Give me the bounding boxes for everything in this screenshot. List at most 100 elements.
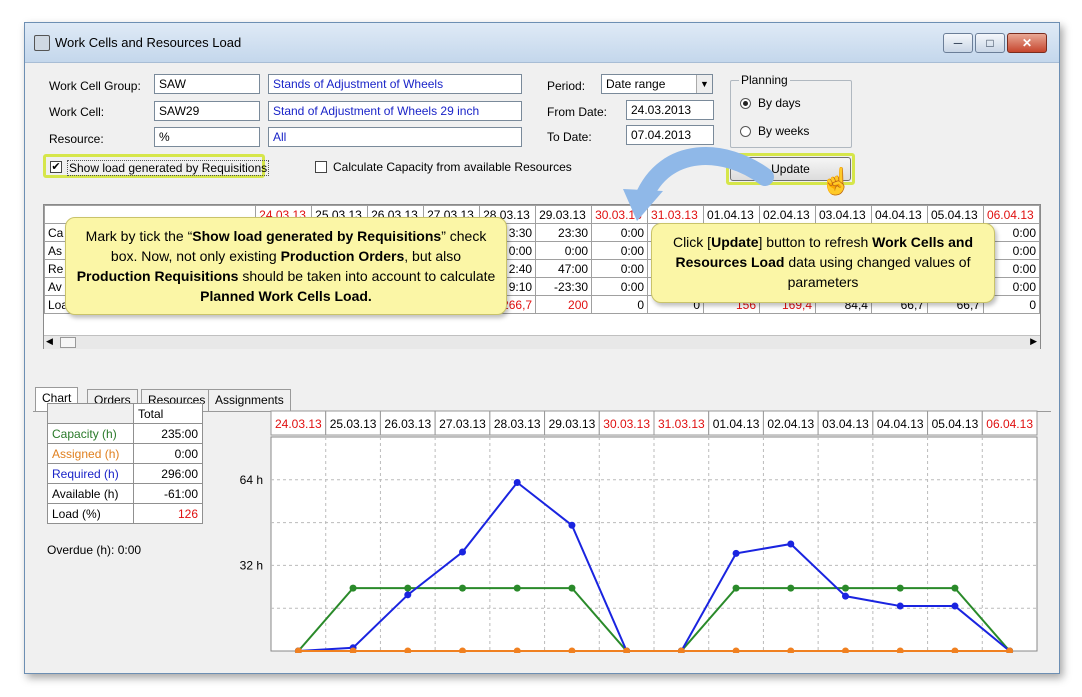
x-tick-label: 24.03.13 <box>275 417 322 431</box>
hand-cursor-icon: ☝ <box>820 166 853 196</box>
series-point <box>896 584 904 592</box>
grid-scrollbar[interactable]: ◀ ▶ <box>44 335 1040 349</box>
series-point <box>951 602 959 610</box>
callout-left-text-3: , but also <box>404 248 462 264</box>
work-cell-desc: Stand of Adjustment of Wheels 29 inch <box>268 101 522 121</box>
series-point <box>459 584 466 592</box>
grid-cell: 0:00 <box>591 241 649 260</box>
scroll-thumb[interactable] <box>60 337 76 348</box>
grid-cell: 23:30 <box>535 223 593 242</box>
grid-cell: -23:30 <box>535 277 593 296</box>
totals-corner <box>47 403 134 424</box>
callout-right-text-1: Click [ <box>672 234 712 250</box>
totals-row-value: -61:00 <box>133 483 203 504</box>
title-bar: Work Cells and Resources Load ─ □ ✕ <box>25 23 1059 63</box>
series-point <box>349 584 357 592</box>
totals-row-label: Assigned (h) <box>47 443 134 464</box>
to-date-label: To Date: <box>547 130 592 144</box>
period-select[interactable]: Date range ▼ <box>601 74 713 94</box>
work-cell-group-input[interactable]: SAW <box>154 74 260 94</box>
x-tick-label: 31.03.13 <box>658 417 705 431</box>
from-date-input[interactable]: 24.03.2013 <box>626 100 714 120</box>
by-weeks-radio[interactable] <box>740 126 751 137</box>
x-tick-label: 25.03.13 <box>330 417 377 431</box>
series-point <box>787 584 795 592</box>
by-weeks-label: By weeks <box>758 124 810 138</box>
calc-capacity-checkbox[interactable] <box>315 161 327 173</box>
arrow-graphic <box>623 147 774 221</box>
totals-row-label: Required (h) <box>47 463 134 484</box>
grid-date-header[interactable]: 04.04.13 <box>870 205 928 224</box>
series-point <box>732 584 740 592</box>
x-tick-label: 04.04.13 <box>877 417 924 431</box>
scroll-right-icon[interactable]: ▶ <box>1030 336 1037 347</box>
x-tick-label: 02.04.13 <box>767 417 814 431</box>
grid-date-header[interactable]: 29.03.13 <box>535 205 593 224</box>
app-gear-icon <box>34 35 50 51</box>
grid-cell: 0:00 <box>591 223 649 242</box>
close-button[interactable]: ✕ <box>1007 33 1047 53</box>
totals-header: Total <box>133 403 203 424</box>
maximize-button[interactable]: □ <box>975 33 1005 53</box>
resource-label: Resource: <box>49 132 104 146</box>
overdue-text: Overdue (h): 0:00 <box>47 543 142 557</box>
scroll-left-icon[interactable]: ◀ <box>46 336 53 347</box>
work-cell-group-label: Work Cell Group: <box>49 79 141 93</box>
totals-row-label: Load (%) <box>47 503 134 524</box>
by-days-label: By days <box>758 96 801 110</box>
grid-load-cell: 200 <box>535 295 593 314</box>
update-callout: Click [Update] button to refresh Work Ce… <box>651 223 995 303</box>
totals-row-value: 0:00 <box>133 443 203 464</box>
load-chart: 24.03.13 25.03.13 26.03.13 27.03.13 28.03.13… <box>240 410 1038 653</box>
window-title: Work Cells and Resources Load <box>55 35 242 50</box>
grid-date-header[interactable]: 06.04.13 <box>982 205 1041 224</box>
grid-date-header[interactable]: 05.04.13 <box>926 205 984 224</box>
series-point <box>951 584 959 592</box>
x-tick-label: 26.03.13 <box>384 417 431 431</box>
callout-left-bold-2: Production Orders <box>280 248 405 264</box>
totals-row-label: Capacity (h) <box>47 423 134 444</box>
show-load-checkbox[interactable]: ✔ <box>50 161 62 173</box>
by-days-radio[interactable] <box>740 98 751 109</box>
totals-table: Total Capacity (h) 235:00 Assigned (h) 0:00 R… <box>47 403 203 524</box>
resource-desc: All <box>268 127 522 147</box>
callout-left-bold-1: Show load generated by Requisitions <box>192 228 442 244</box>
grid-cell: 0:00 <box>591 277 649 296</box>
period-value: Date range <box>606 77 666 91</box>
x-tick-label: 27.03.13 <box>439 417 486 431</box>
calc-capacity-label: Calculate Capacity from available Resour… <box>333 160 572 174</box>
show-load-label: Show load generated by Requisitions <box>67 160 270 176</box>
series-point <box>513 584 521 592</box>
x-tick-label: 03.04.13 <box>822 417 869 431</box>
grid-date-header[interactable]: 03.04.13 <box>815 205 872 224</box>
series-point <box>842 592 849 600</box>
series-point <box>568 584 576 592</box>
series-point <box>896 602 904 610</box>
grid-cell: 47:00 <box>535 259 593 278</box>
minimize-button[interactable]: ─ <box>943 33 973 53</box>
callout-left-text-4: should be taken into account to calculat… <box>238 268 496 284</box>
totals-row-value: 126 <box>133 503 203 524</box>
work-cell-input[interactable]: SAW29 <box>154 101 260 121</box>
callout-left-bold-3: Production Requisitions <box>76 268 239 284</box>
x-tick-label: 28.03.13 <box>494 417 541 431</box>
from-date-label: From Date: <box>547 105 608 119</box>
y-tick-label: 64 h <box>240 473 263 487</box>
series-point <box>513 478 521 486</box>
x-tick-label: 30.03.13 <box>603 417 650 431</box>
period-label: Period: <box>547 79 586 93</box>
main-window: Work Cells and Resources Load ─ □ ✕ Work… <box>24 22 1060 674</box>
series-point <box>568 521 576 529</box>
callout-left-text-1: Mark by tick the “ <box>85 228 193 244</box>
x-tick-label: 05.04.13 <box>932 417 979 431</box>
resource-input[interactable]: % <box>154 127 260 147</box>
x-tick-label: 01.04.13 <box>713 417 760 431</box>
series-point <box>404 584 412 592</box>
totals-row-value: 235:00 <box>133 423 203 444</box>
series-point <box>404 591 412 599</box>
callout-right-bold-1: Update <box>711 234 759 250</box>
chevron-down-icon[interactable]: ▼ <box>696 75 712 93</box>
grid-cell: 0:00 <box>535 241 593 260</box>
work-cell-label: Work Cell: <box>49 105 105 119</box>
grid-load-cell: 0 <box>591 295 649 314</box>
